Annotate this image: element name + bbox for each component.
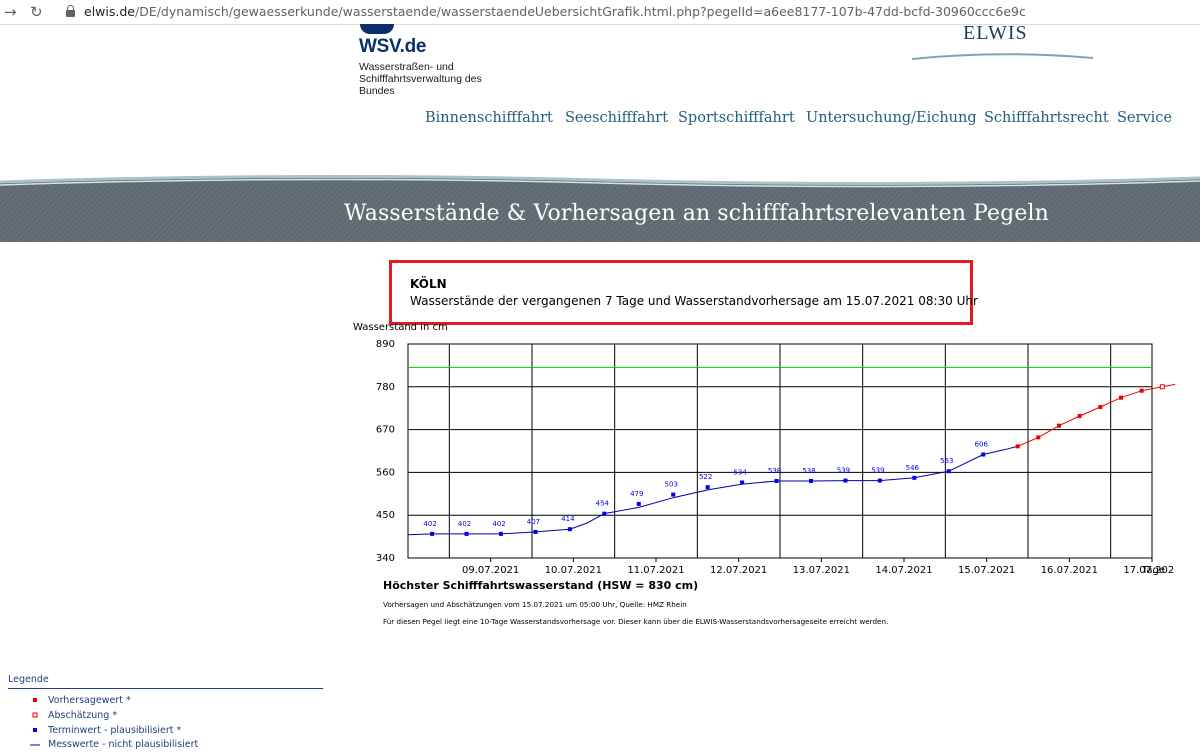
forecast-marker <box>1098 405 1103 410</box>
back-arrow-icon[interactable]: → <box>4 2 17 22</box>
lock-icon[interactable] <box>66 5 75 18</box>
term-value-marker <box>464 531 469 536</box>
x-tick-label: 12.07.2021 <box>710 565 767 576</box>
url-field[interactable]: elwis.de/DE/dynamisch/gewaesserkunde/was… <box>84 4 1026 19</box>
x-tick-label: 10.07.2021 <box>545 565 602 576</box>
term-value-marker <box>774 478 779 483</box>
elwis-swoosh-icon <box>911 53 1094 60</box>
term-value-marker <box>740 480 745 485</box>
term-value-label: 503 <box>665 481 678 489</box>
term-value-label: 534 <box>733 469 747 477</box>
term-value-label: 563 <box>940 457 953 465</box>
legend-label-term-value: Terminwert - plausibilisiert * <box>48 725 182 736</box>
wsv-logo-subtitle: Wasserstraßen- und Schifffahrtsverwaltun… <box>359 61 482 97</box>
term-value-marker <box>843 478 848 483</box>
water-level-chart-container: Wasserstand in cm Tage 890 780 670 560 450 34… <box>345 318 1200 582</box>
legend-item-term-value: Terminwert - plausibilisiert * <box>8 725 323 739</box>
legend-title: Legende <box>8 674 49 685</box>
gauge-name: KÖLN <box>410 277 447 291</box>
term-value-marker <box>533 529 538 534</box>
term-value-marker <box>912 475 917 480</box>
term-value-marker <box>877 478 882 483</box>
x-tick-label: 11.07.2021 <box>627 565 684 576</box>
y-tick-label: 780 <box>376 382 395 393</box>
term-value-marker <box>671 492 676 497</box>
wsv-logo-title[interactable]: WSV.de <box>359 36 426 58</box>
reload-icon[interactable]: ↻ <box>30 2 43 22</box>
term-value-marker <box>636 501 641 506</box>
x-tick-label: 15.07.2021 <box>958 565 1015 576</box>
x-tick-label: 17.07.2021 <box>1123 565 1175 576</box>
nav-sportschifffahrt[interactable]: Sportschifffahrt <box>678 110 795 126</box>
x-tick-label: 13.07.2021 <box>793 565 850 576</box>
y-tick-label: 670 <box>376 425 395 436</box>
term-value-label: 454 <box>596 500 610 508</box>
x-tick-label: 14.07.2021 <box>875 565 932 576</box>
term-value-marker <box>946 469 951 474</box>
filled-red-square-icon <box>33 698 37 702</box>
y-axis-label: Wasserstand in cm <box>353 322 448 333</box>
forecast-marker <box>1015 444 1020 449</box>
term-value-label: 479 <box>630 490 643 498</box>
estimate-marker <box>1159 384 1165 390</box>
nav-service[interactable]: Service <box>1117 110 1172 126</box>
forecast-source-note: Vorhersagen und Abschätzungen vom 15.07.… <box>383 600 687 609</box>
legend-label-measured: Messwerte - nicht plausibilisiert <box>48 739 199 750</box>
term-value-label: 407 <box>527 518 540 526</box>
water-level-chart: Wasserstand in cm Tage 89078067056045034… <box>353 322 1200 576</box>
term-value-marker <box>602 511 607 516</box>
term-value-marker <box>430 531 435 536</box>
y-tick-label: 890 <box>376 339 395 350</box>
term-value-label: 414 <box>561 515 575 523</box>
term-value-marker <box>809 478 813 483</box>
forecast-marker <box>1036 435 1041 440</box>
forecast-marker <box>1077 413 1082 418</box>
nav-schifffahrtsrecht[interactable]: Schifffahrtsrecht <box>984 110 1109 126</box>
ten-day-forecast-note: Für diesen Pegel liegt eine 10-Tage Wass… <box>383 617 889 626</box>
term-value-marker <box>705 485 710 490</box>
term-value-marker <box>981 452 986 457</box>
gauge-info-box: KÖLN Wasserstände der vergangenen 7 Tage… <box>389 260 978 325</box>
term-value-label: 606 <box>975 441 989 449</box>
forecast-marker <box>1057 423 1061 428</box>
term-value-marker <box>499 531 503 536</box>
legend-label-estimate: Abschätzung * <box>48 710 118 721</box>
x-tick-label: 16.07.2021 <box>1041 565 1098 576</box>
hollow-red-square-icon <box>32 712 38 718</box>
x-tick-label: 09.07.2021 <box>462 565 519 576</box>
forecast-marker <box>1139 388 1144 393</box>
blue-line-icon <box>30 744 40 746</box>
term-value-label: 539 <box>871 467 884 475</box>
y-tick-label: 560 <box>376 467 395 478</box>
y-tick-label: 340 <box>376 553 395 564</box>
term-value-label: 546 <box>906 464 920 472</box>
term-value-label: 522 <box>699 473 712 481</box>
term-value-label: 402 <box>423 520 436 528</box>
filled-blue-square-icon <box>33 728 37 732</box>
hsw-caption: Höchster Schifffahrtswasserstand (HSW = … <box>383 579 699 592</box>
forecast-marker <box>1119 395 1123 400</box>
legend-item-estimate: Abschätzung * <box>8 710 323 724</box>
y-tick-label: 450 <box>376 510 395 521</box>
elwis-logo[interactable]: ELWIS <box>963 22 1028 45</box>
nav-untersuchung-eichung[interactable]: Untersuchung/Eichung <box>806 110 977 126</box>
term-value-label: 402 <box>492 520 505 528</box>
nav-binnenschifffahrt[interactable]: Binnenschifffahrt <box>425 110 553 126</box>
legend-label-forecast: Vorhersagewert * <box>48 695 131 706</box>
gauge-description: Wasserstände der vergangenen 7 Tage und … <box>410 294 978 308</box>
term-value-label: 538 <box>802 467 815 475</box>
term-value-label: 402 <box>458 520 471 528</box>
legend-item-forecast: Vorhersagewert * <box>8 695 323 709</box>
nav-seeschifffahrt[interactable]: Seeschifffahrt <box>565 110 668 126</box>
term-value-marker <box>567 527 572 532</box>
term-value-label: 539 <box>837 467 850 475</box>
banner-title: Wasserstände & Vorhersagen an schifffahr… <box>344 201 1049 226</box>
wsv-logo-mark[interactable] <box>360 24 394 34</box>
term-value-label: 538 <box>768 467 781 475</box>
legend-divider <box>8 688 323 689</box>
